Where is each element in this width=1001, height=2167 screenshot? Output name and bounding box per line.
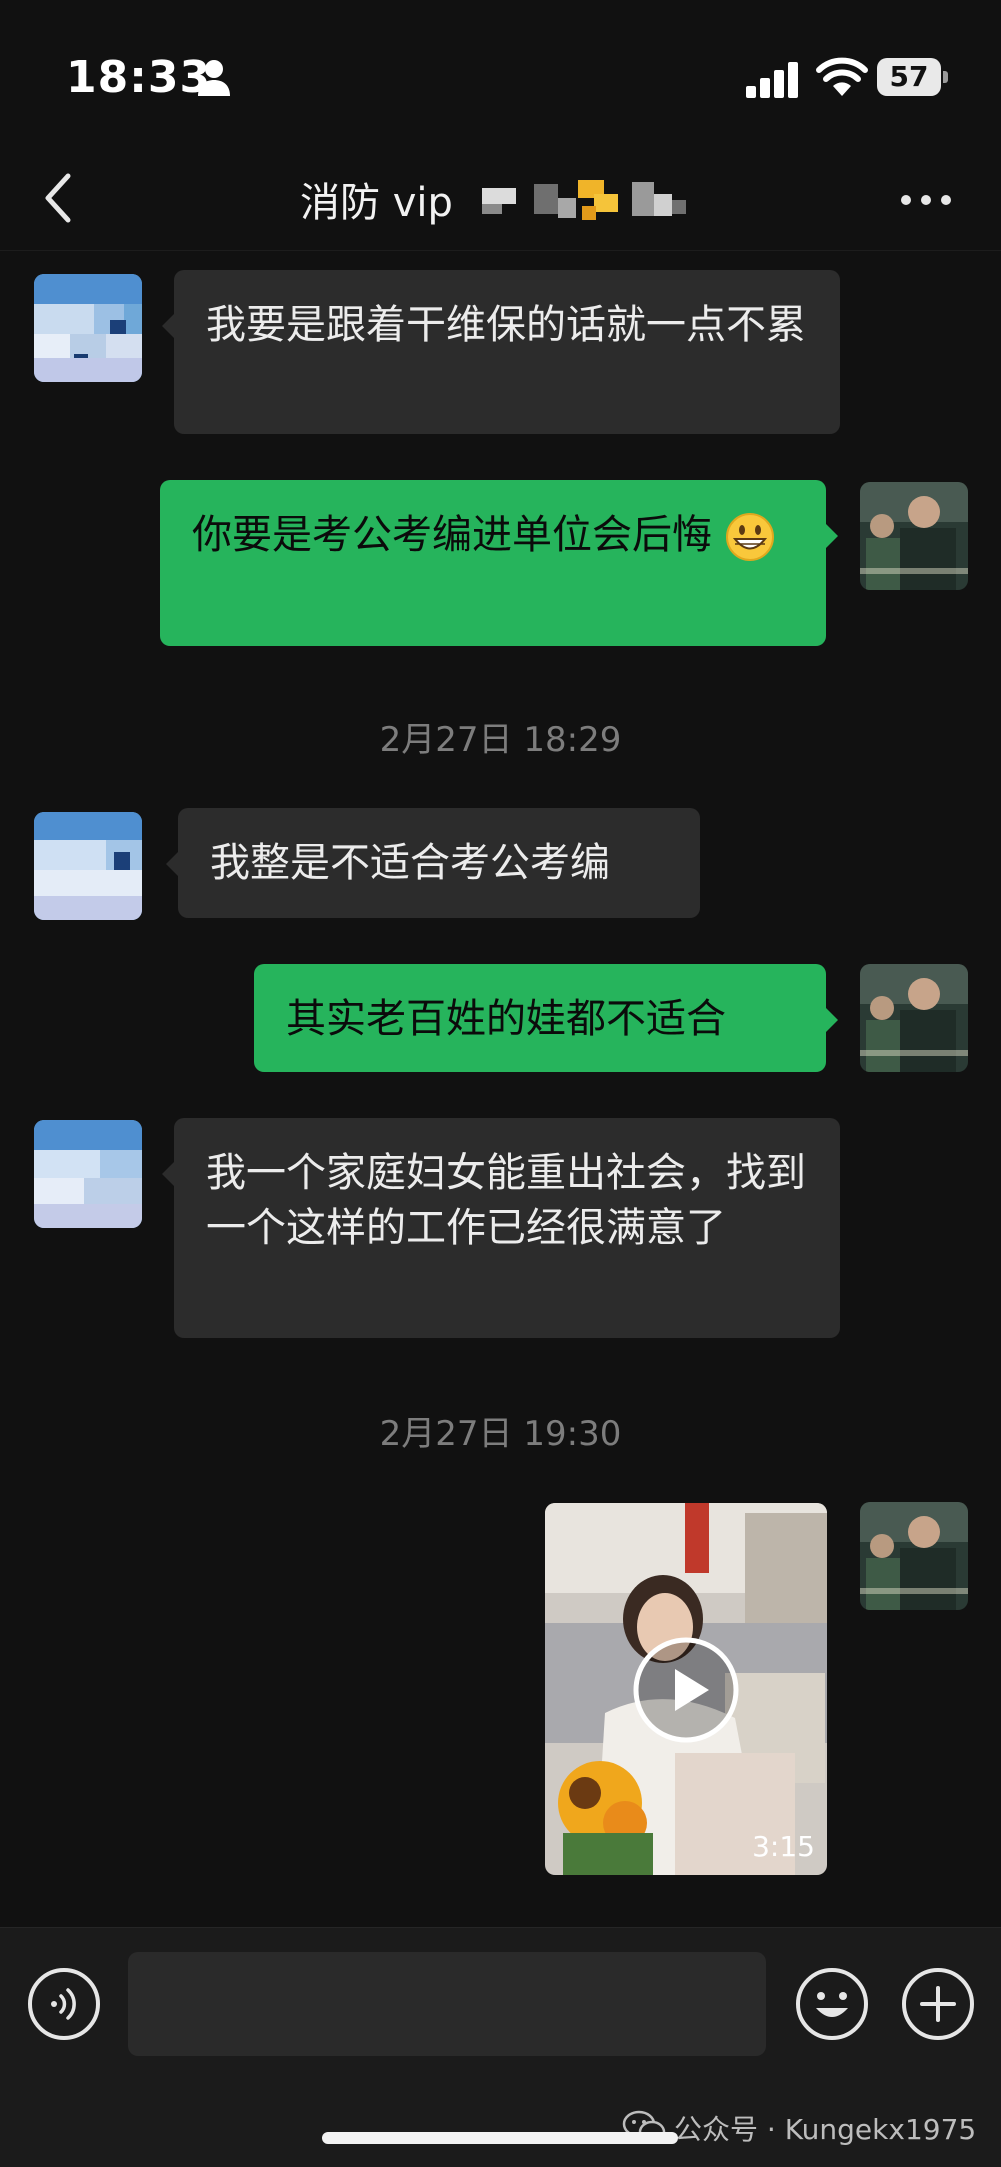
incoming-message-bubble[interactable]: 我整是不适合考公考编	[166, 808, 700, 918]
battery-indicator: 57	[877, 58, 949, 96]
incoming-message-bubble[interactable]: 我要是跟着干维保的话就一点不累	[162, 270, 840, 434]
battery-level: 57	[889, 60, 929, 93]
home-indicator	[322, 2132, 678, 2144]
video-message[interactable]: 3:15	[545, 1503, 827, 1875]
contact-avatar[interactable]	[34, 812, 142, 920]
battery-cap	[943, 71, 948, 83]
contact-avatar[interactable]	[34, 274, 142, 382]
person-icon	[198, 60, 230, 96]
message-input[interactable]	[128, 1952, 766, 2056]
my-avatar[interactable]	[860, 1502, 968, 1610]
message-text: 你要是考公考编进单位会后悔	[192, 512, 712, 558]
back-arrow-icon[interactable]	[40, 168, 76, 228]
message-timestamp: 2月27日 19:30	[379, 1414, 622, 1454]
message-text: 我要是跟着干维保的话就一点不累	[206, 302, 806, 348]
status-bar: 18:33 57	[0, 0, 1001, 150]
plus-icon[interactable]	[900, 1966, 976, 2042]
grinning-face-emoji-icon	[725, 513, 774, 561]
status-time: 18:33	[66, 52, 212, 103]
voice-input-icon[interactable]	[26, 1966, 102, 2042]
play-button-icon[interactable]	[631, 1635, 741, 1745]
incoming-message-bubble[interactable]: 我一个家庭妇女能重出社会，找到一个这样的工作已经很满意了	[162, 1118, 840, 1338]
my-avatar[interactable]	[860, 964, 968, 1072]
message-text: 其实老百姓的娃都不适合	[286, 996, 726, 1042]
redacted-name-mosaic	[482, 180, 686, 220]
chat-screen: 18:33 57 消防 vip 我要是跟着干维保的话就一点不累 你要是考公考编进…	[0, 0, 1001, 2167]
message-timestamp: 2月27日 18:29	[379, 720, 622, 760]
video-duration: 3:15	[752, 1830, 815, 1863]
cellular-signal-icon	[746, 62, 798, 98]
chat-title: 消防 vip	[300, 180, 453, 226]
outgoing-message-bubble[interactable]: 其实老百姓的娃都不适合	[254, 964, 838, 1072]
chat-header: 消防 vip	[0, 150, 1001, 251]
my-avatar[interactable]	[860, 482, 968, 590]
message-text: 我一个家庭妇女能重出社会，找到一个这样的工作已经很满意了	[206, 1150, 806, 1251]
watermark-text: 公众号 · Kungekx1975	[674, 2113, 977, 2146]
wifi-icon	[816, 57, 868, 96]
more-options-icon[interactable]	[898, 180, 954, 220]
emoji-icon[interactable]	[794, 1966, 870, 2042]
message-text: 我整是不适合考公考编	[210, 840, 610, 886]
outgoing-message-bubble[interactable]: 你要是考公考编进单位会后悔	[160, 480, 838, 646]
contact-avatar[interactable]	[34, 1120, 142, 1228]
